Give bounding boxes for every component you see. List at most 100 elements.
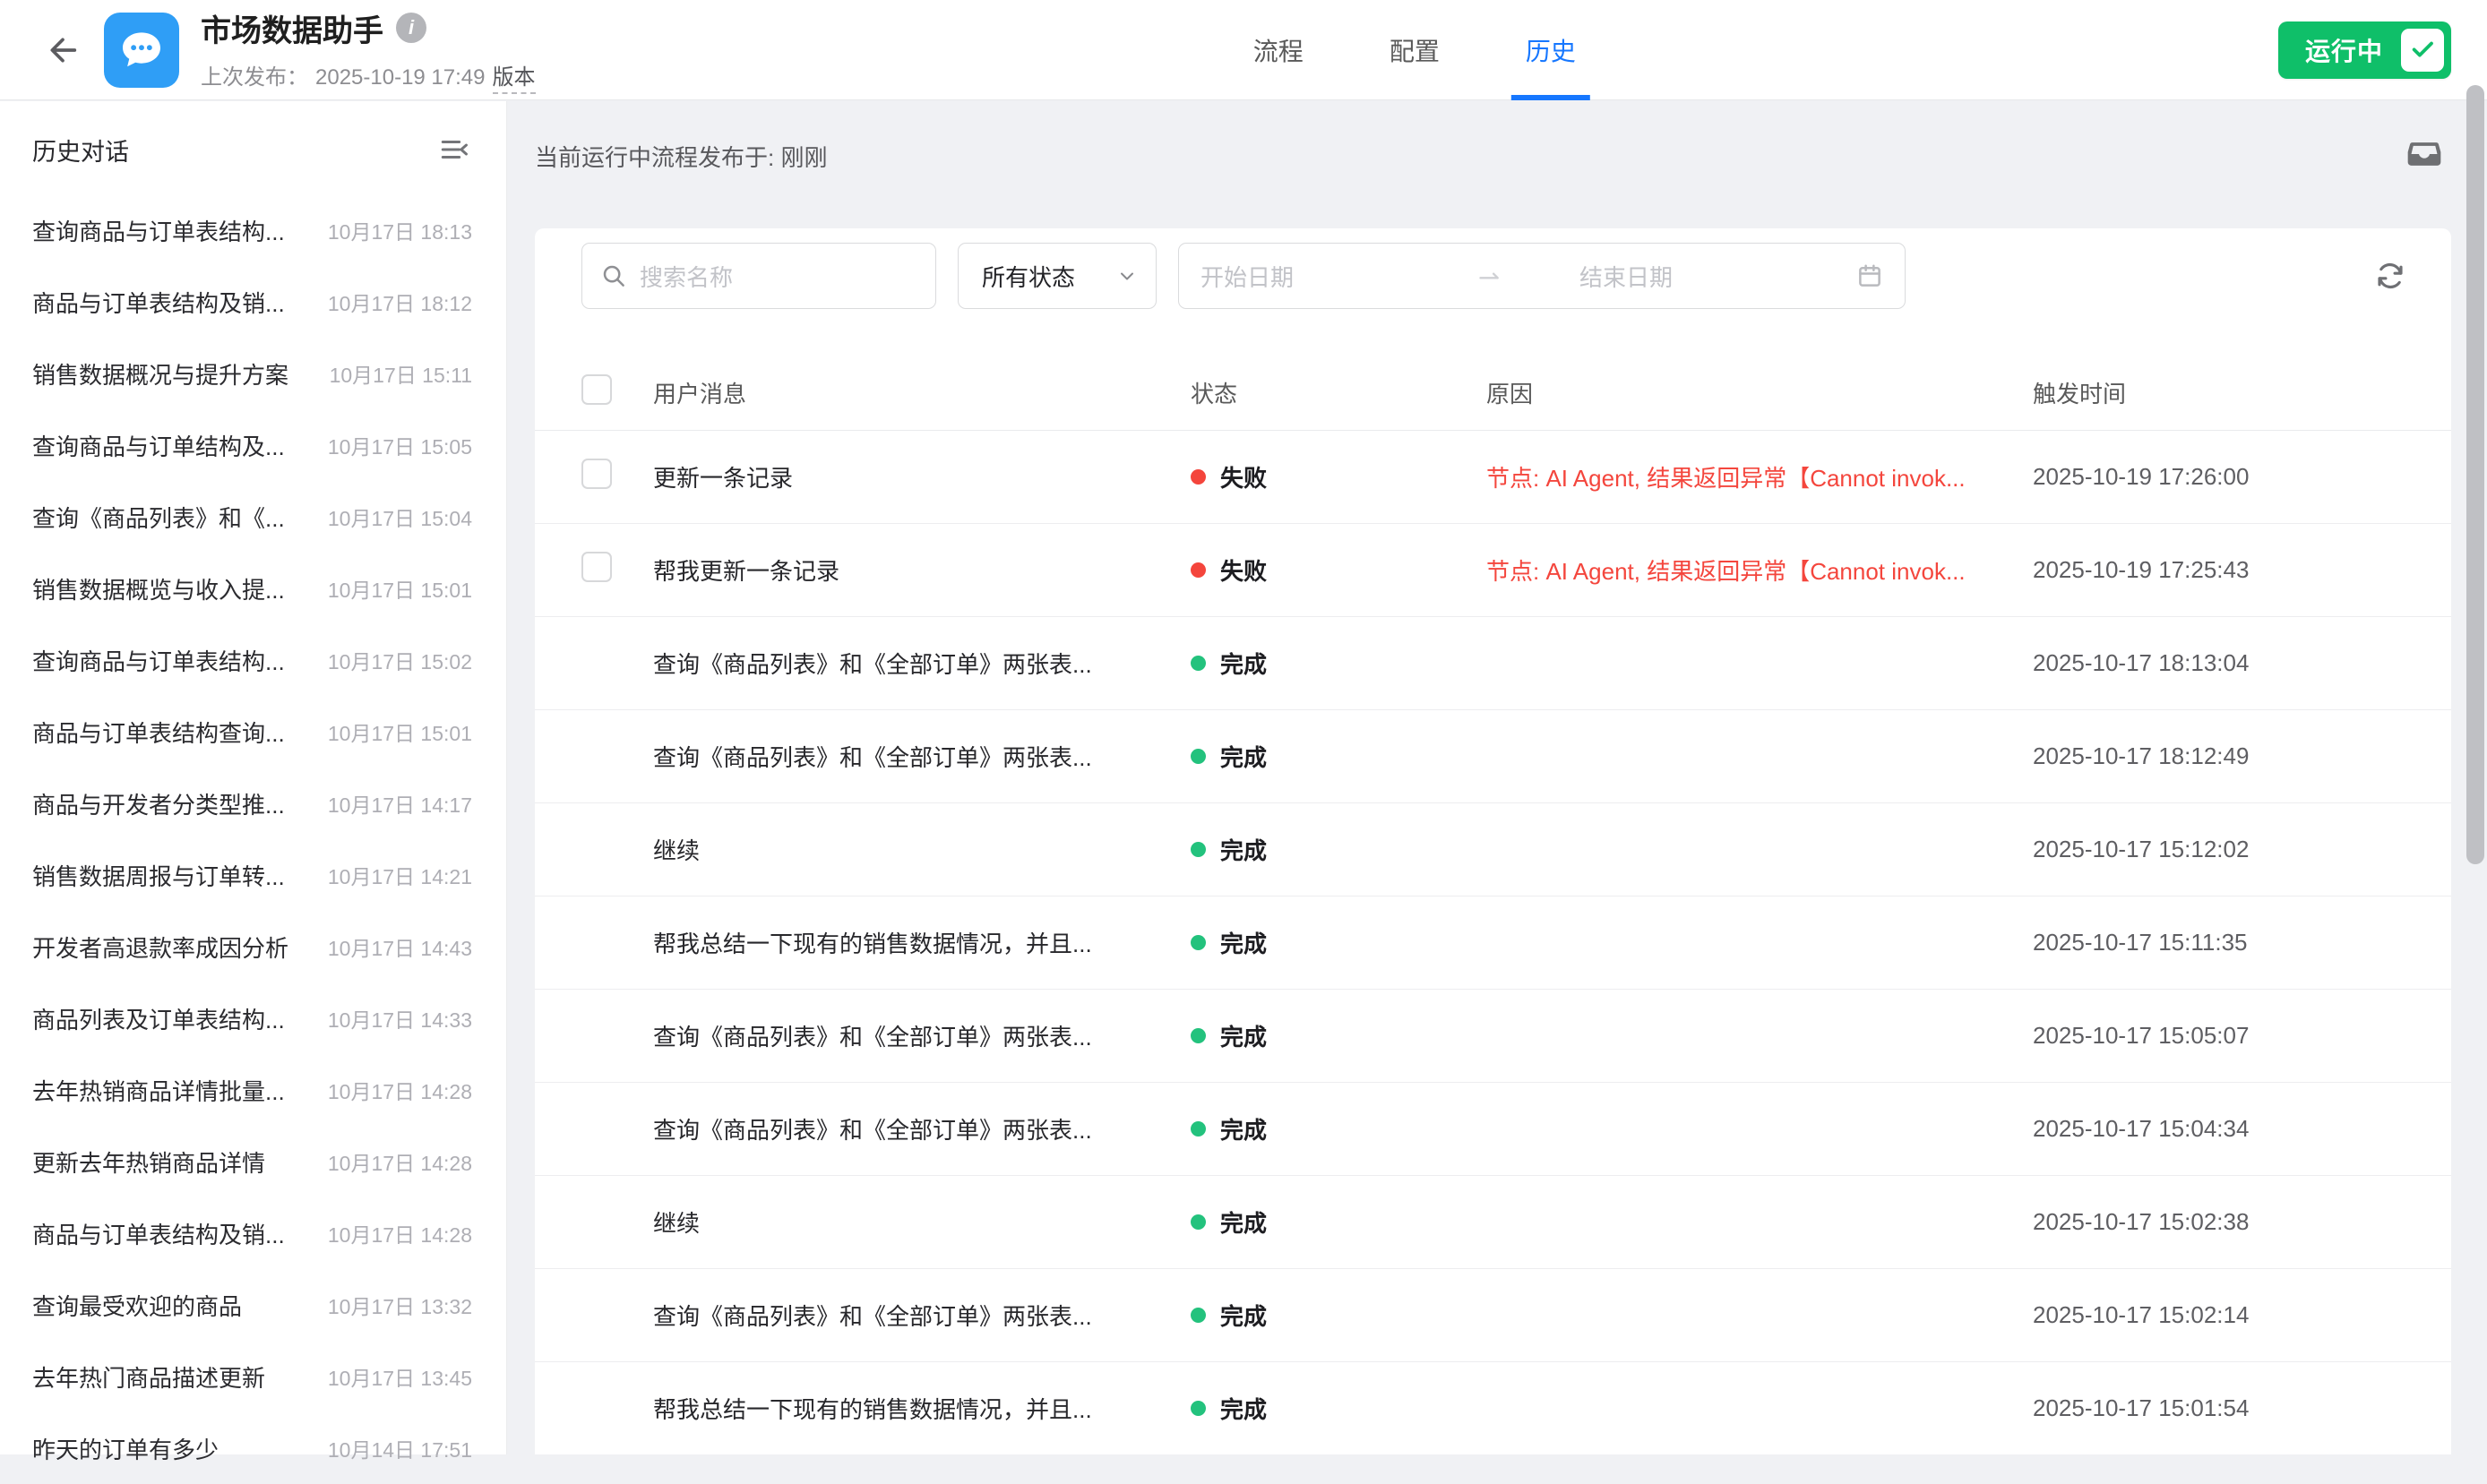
conversation-item[interactable]: 去年热门商品描述更新10月17日 13:45 <box>0 1341 506 1412</box>
status-dot <box>1191 1028 1206 1043</box>
status-dot <box>1191 1214 1206 1230</box>
back-arrow-icon <box>45 32 81 68</box>
table-row[interactable]: 查询《商品列表》和《全部订单》两张表... 完成 2025-10-17 15:0… <box>535 1269 2451 1362</box>
conversation-item[interactable]: 商品与订单表结构及销...10月17日 14:28 <box>0 1197 506 1269</box>
conversation-item[interactable]: 查询最受欢迎的商品10月17日 13:32 <box>0 1269 506 1341</box>
search-icon <box>600 262 627 289</box>
table-row[interactable]: 帮我更新一条记录 失败 节点: AI Agent, 结果返回异常【Cannot … <box>535 524 2451 617</box>
conversation-item[interactable]: 查询商品与订单结构及...10月17日 15:05 <box>0 409 506 481</box>
row-checkbox[interactable] <box>581 459 612 489</box>
search-placeholder: 搜索名称 <box>640 260 733 293</box>
inbox-button[interactable] <box>2401 131 2448 177</box>
running-label: 运行中 <box>2305 32 2383 68</box>
conversation-item[interactable]: 销售数据周报与订单转...10月17日 14:21 <box>0 839 506 911</box>
end-date-placeholder: 结束日期 <box>1502 260 1856 293</box>
conversation-item[interactable]: 查询《商品列表》和《...10月17日 15:04 <box>0 481 506 553</box>
status-badge: 完成 <box>1220 1392 1267 1425</box>
check-icon <box>2409 37 2436 64</box>
back-button[interactable] <box>38 25 88 75</box>
conversation-item[interactable]: 开发者高退款率成因分析10月17日 14:43 <box>0 911 506 982</box>
date-range-picker[interactable]: 开始日期 结束日期 <box>1178 243 1906 309</box>
filter-bar: 搜索名称 所有状态 开始日期 结束日期 <box>535 228 2451 309</box>
conversation-item[interactable]: 去年热销商品详情批量...10月17日 14:28 <box>0 1054 506 1126</box>
top-bar: 市场数据助手 i 上次发布： 2025-10-19 17:49 版本 流程 配置… <box>0 0 2487 100</box>
status-badge: 完成 <box>1220 1299 1267 1332</box>
conversation-item[interactable]: 销售数据概览与收入提...10月17日 15:01 <box>0 553 506 624</box>
arrow-right-icon <box>1477 263 1502 288</box>
conversation-item[interactable]: 商品与开发者分类型推...10月17日 14:17 <box>0 768 506 839</box>
status-badge: 完成 <box>1220 926 1267 959</box>
refresh-icon <box>2374 260 2406 292</box>
table-row[interactable]: 查询《商品列表》和《全部订单》两张表... 完成 2025-10-17 18:1… <box>535 617 2451 710</box>
col-trigger-time: 触发时间 <box>2033 376 2426 409</box>
error-reason: 节点: AI Agent, 结果返回异常【Cannot invok... <box>1486 460 2033 493</box>
sidebar-title: 历史对话 <box>32 133 129 167</box>
status-badge: 失败 <box>1220 553 1267 587</box>
status-badge: 完成 <box>1220 1019 1267 1052</box>
check-toggle[interactable] <box>2401 29 2444 72</box>
conversation-item[interactable]: 昨天的订单有多少10月14日 17:51 <box>0 1412 506 1484</box>
status-filter-select[interactable]: 所有状态 <box>958 243 1157 309</box>
row-checkbox[interactable] <box>581 552 612 582</box>
running-status-button[interactable]: 运行中 <box>2278 21 2451 79</box>
conversation-item[interactable]: 更新去年热销商品详情10月17日 14:28 <box>0 1126 506 1197</box>
published-label: 上次发布： <box>201 59 308 90</box>
table-row[interactable]: 查询《商品列表》和《全部订单》两张表... 完成 2025-10-17 18:1… <box>535 710 2451 803</box>
status-dot <box>1191 469 1206 485</box>
table-row[interactable]: 帮我总结一下现有的销售数据情况，并且... 完成 2025-10-17 15:1… <box>535 896 2451 990</box>
status-dot <box>1191 749 1206 764</box>
conversation-item[interactable]: 查询商品与订单表结构...10月17日 15:02 <box>0 624 506 696</box>
conversation-item[interactable]: 商品与订单表结构查询...10月17日 15:01 <box>0 696 506 768</box>
status-filter-value: 所有状态 <box>982 260 1075 293</box>
conversation-item[interactable]: 商品与订单表结构及销...10月17日 18:12 <box>0 266 506 338</box>
conversation-list: 查询商品与订单表结构...10月17日 18:13 商品与订单表结构及销...1… <box>0 194 506 1484</box>
status-badge: 完成 <box>1220 740 1267 773</box>
table-row[interactable]: 帮我总结一下现有的销售数据情况，并且... 完成 2025-10-17 15:0… <box>535 1362 2451 1454</box>
page-title: 市场数据助手 <box>201 6 383 50</box>
status-dot <box>1191 935 1206 950</box>
status-dot <box>1191 1121 1206 1137</box>
start-date-placeholder: 开始日期 <box>1200 260 1477 293</box>
status-dot <box>1191 1308 1206 1323</box>
chevron-down-icon <box>1116 265 1138 287</box>
tab-history[interactable]: 历史 <box>1526 0 1576 100</box>
conversation-item[interactable]: 查询商品与订单表结构...10月17日 18:13 <box>0 194 506 266</box>
published-time: 2025-10-19 17:49 <box>315 65 486 90</box>
refresh-button[interactable] <box>2369 254 2412 297</box>
tab-flow[interactable]: 流程 <box>1253 0 1304 100</box>
col-user-message: 用户消息 <box>653 376 1191 409</box>
collapse-sidebar-button[interactable] <box>435 130 474 169</box>
page-scrollbar-thumb[interactable] <box>2466 85 2484 864</box>
status-dot <box>1191 1401 1206 1416</box>
inbox-icon <box>2405 134 2444 174</box>
conversation-item[interactable]: 销售数据概况与提升方案10月17日 15:11 <box>0 338 506 409</box>
table-row[interactable]: 更新一条记录 失败 节点: AI Agent, 结果返回异常【Cannot in… <box>535 431 2451 524</box>
collapse-list-icon <box>439 134 469 165</box>
tab-config[interactable]: 配置 <box>1390 0 1440 100</box>
table-row[interactable]: 继续 完成 2025-10-17 15:02:38 <box>535 1176 2451 1269</box>
table-row[interactable]: 查询《商品列表》和《全部订单》两张表... 完成 2025-10-17 15:0… <box>535 1083 2451 1176</box>
info-icon[interactable]: i <box>396 13 426 43</box>
table-header: 用户消息 状态 原因 触发时间 <box>535 356 2451 431</box>
runs-card: 搜索名称 所有状态 开始日期 结束日期 <box>535 228 2451 1454</box>
calendar-icon[interactable] <box>1856 262 1883 289</box>
col-status: 状态 <box>1191 376 1486 409</box>
chat-bubble-app-icon <box>104 13 179 88</box>
error-reason: 节点: AI Agent, 结果返回异常【Cannot invok... <box>1486 553 2033 587</box>
history-sidebar: 历史对话 查询商品与订单表结构...10月17日 18:13 商品与订单表结构及… <box>0 101 507 1454</box>
search-input[interactable]: 搜索名称 <box>581 243 936 309</box>
conversation-item[interactable]: 商品列表及订单表结构...10月17日 14:33 <box>0 982 506 1054</box>
status-badge: 完成 <box>1220 1112 1267 1145</box>
col-reason: 原因 <box>1486 376 2033 409</box>
status-badge: 完成 <box>1220 647 1267 680</box>
table-row[interactable]: 继续 完成 2025-10-17 15:12:02 <box>535 803 2451 896</box>
status-dot <box>1191 562 1206 578</box>
tab-bar: 流程 配置 历史 <box>1253 0 1576 100</box>
history-panel: 当前运行中流程发布于: 刚刚 搜索名称 所有状态 <box>508 101 2487 1454</box>
status-dot <box>1191 656 1206 671</box>
select-all-checkbox[interactable] <box>581 374 612 405</box>
version-link[interactable]: 版本 <box>493 59 536 94</box>
status-badge: 失败 <box>1220 460 1267 493</box>
published-notice: 当前运行中流程发布于: 刚刚 <box>535 140 827 173</box>
table-row[interactable]: 查询《商品列表》和《全部订单》两张表... 完成 2025-10-17 15:0… <box>535 990 2451 1083</box>
